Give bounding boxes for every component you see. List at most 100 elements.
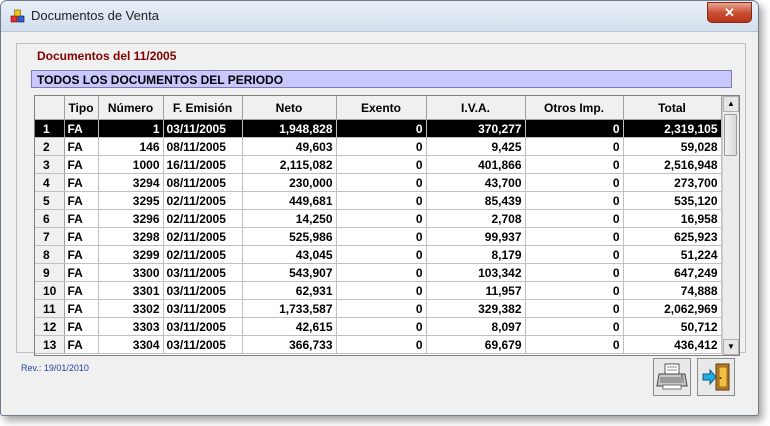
- cell-neto[interactable]: 62,931: [242, 281, 337, 300]
- cell-iva[interactable]: 85,439: [426, 191, 526, 210]
- title-bar[interactable]: Documentos de Venta ✕: [1, 1, 758, 32]
- cell-tipo[interactable]: FA: [64, 317, 99, 336]
- cell-exento[interactable]: 0: [336, 335, 427, 354]
- cell-fecha[interactable]: 02/11/2005: [163, 191, 243, 210]
- cell-exento[interactable]: 0: [336, 227, 427, 246]
- row-number[interactable]: 6: [35, 209, 65, 228]
- cell-numero[interactable]: 3299: [98, 245, 164, 264]
- cell-fecha[interactable]: 16/11/2005: [163, 155, 243, 174]
- cell-tipo[interactable]: FA: [64, 155, 99, 174]
- cell-fecha[interactable]: 03/11/2005: [163, 317, 243, 336]
- cell-numero[interactable]: 3304: [98, 335, 164, 354]
- cell-fecha[interactable]: 03/11/2005: [163, 263, 243, 282]
- row-number[interactable]: 8: [35, 245, 65, 264]
- col-header-numero[interactable]: Número: [98, 96, 164, 120]
- cell-total[interactable]: 2,062,969: [623, 299, 722, 318]
- row-number[interactable]: 2: [35, 137, 65, 156]
- cell-numero[interactable]: 3301: [98, 281, 164, 300]
- cell-total[interactable]: 2,319,105: [623, 119, 722, 138]
- cell-numero[interactable]: 3302: [98, 299, 164, 318]
- cell-otros[interactable]: 0: [525, 137, 624, 156]
- cell-iva[interactable]: 103,342: [426, 263, 526, 282]
- cell-tipo[interactable]: FA: [64, 209, 99, 228]
- cell-otros[interactable]: 0: [525, 245, 624, 264]
- cell-total[interactable]: 647,249: [623, 263, 722, 282]
- row-number[interactable]: 9: [35, 263, 65, 282]
- row-number[interactable]: 4: [35, 173, 65, 192]
- col-header-total[interactable]: Total: [623, 96, 722, 120]
- cell-total[interactable]: 273,700: [623, 173, 722, 192]
- cell-otros[interactable]: 0: [525, 155, 624, 174]
- cell-neto[interactable]: 449,681: [242, 191, 337, 210]
- cell-iva[interactable]: 99,937: [426, 227, 526, 246]
- cell-tipo[interactable]: FA: [64, 263, 99, 282]
- table-row[interactable]: 8 FA 3299 02/11/2005 43,045 0 8,179 0 51,224: [35, 245, 722, 264]
- cell-tipo[interactable]: FA: [64, 173, 99, 192]
- cell-otros[interactable]: 0: [525, 263, 624, 282]
- cell-neto[interactable]: 366,733: [242, 335, 337, 354]
- cell-fecha[interactable]: 02/11/2005: [163, 209, 243, 228]
- cell-neto[interactable]: 1,948,828: [242, 119, 337, 138]
- cell-total[interactable]: 59,028: [623, 137, 722, 156]
- cell-tipo[interactable]: FA: [64, 281, 99, 300]
- cell-tipo[interactable]: FA: [64, 335, 99, 354]
- table-row[interactable]: 5 FA 3295 02/11/2005 449,681 0 85,439 0 535,120: [35, 191, 722, 210]
- cell-neto[interactable]: 230,000: [242, 173, 337, 192]
- table-row[interactable]: 3 FA 1000 16/11/2005 2,115,082 0 401,866 0 2,516…: [35, 155, 722, 174]
- cell-neto[interactable]: 14,250: [242, 209, 337, 228]
- cell-iva[interactable]: 8,179: [426, 245, 526, 264]
- scroll-up-arrow-icon[interactable]: ▲: [723, 96, 739, 112]
- row-number[interactable]: 11: [35, 299, 65, 318]
- row-number[interactable]: 13: [35, 335, 65, 354]
- row-number[interactable]: 3: [35, 155, 65, 174]
- cell-exento[interactable]: 0: [336, 281, 427, 300]
- close-button[interactable]: ✕: [707, 2, 752, 23]
- cell-iva[interactable]: 401,866: [426, 155, 526, 174]
- cell-total[interactable]: 50,712: [623, 317, 722, 336]
- cell-exento[interactable]: 0: [336, 119, 427, 138]
- cell-exento[interactable]: 0: [336, 209, 427, 228]
- cell-numero[interactable]: 1000: [98, 155, 164, 174]
- cell-otros[interactable]: 0: [525, 317, 624, 336]
- cell-iva[interactable]: 11,957: [426, 281, 526, 300]
- cell-iva[interactable]: 43,700: [426, 173, 526, 192]
- cell-exento[interactable]: 0: [336, 317, 427, 336]
- row-number[interactable]: 12: [35, 317, 65, 336]
- cell-numero[interactable]: 146: [98, 137, 164, 156]
- cell-tipo[interactable]: FA: [64, 245, 99, 264]
- row-number[interactable]: 5: [35, 191, 65, 210]
- table-row[interactable]: 2 FA 146 08/11/2005 49,603 0 9,425 0 59,028: [35, 137, 722, 156]
- table-row[interactable]: 10 FA 3301 03/11/2005 62,931 0 11,957 0 74,888: [35, 281, 722, 300]
- cell-otros[interactable]: 0: [525, 227, 624, 246]
- exit-button[interactable]: [697, 358, 735, 396]
- table-row[interactable]: 4 FA 3294 08/11/2005 230,000 0 43,700 0 273,700: [35, 173, 722, 192]
- cell-exento[interactable]: 0: [336, 137, 427, 156]
- cell-fecha[interactable]: 03/11/2005: [163, 335, 243, 354]
- row-number[interactable]: 1: [35, 119, 65, 138]
- cell-fecha[interactable]: 02/11/2005: [163, 245, 243, 264]
- cell-tipo[interactable]: FA: [64, 137, 99, 156]
- cell-total[interactable]: 535,120: [623, 191, 722, 210]
- cell-exento[interactable]: 0: [336, 299, 427, 318]
- cell-otros[interactable]: 0: [525, 173, 624, 192]
- cell-fecha[interactable]: 03/11/2005: [163, 299, 243, 318]
- documents-grid[interactable]: Tipo Número F. Emisión Neto Exento I.V.A…: [34, 95, 740, 356]
- cell-exento[interactable]: 0: [336, 263, 427, 282]
- cell-exento[interactable]: 0: [336, 173, 427, 192]
- cell-total[interactable]: 2,516,948: [623, 155, 722, 174]
- cell-fecha[interactable]: 08/11/2005: [163, 137, 243, 156]
- col-header-neto[interactable]: Neto: [242, 96, 337, 120]
- col-header-iva[interactable]: I.V.A.: [426, 96, 526, 120]
- cell-numero[interactable]: 3298: [98, 227, 164, 246]
- cell-fecha[interactable]: 08/11/2005: [163, 173, 243, 192]
- table-row[interactable]: 1 FA 1 03/11/2005 1,948,828 0 370,277 0 2,319,10…: [35, 119, 722, 138]
- cell-iva[interactable]: 8,097: [426, 317, 526, 336]
- cell-iva[interactable]: 69,679: [426, 335, 526, 354]
- cell-iva[interactable]: 329,382: [426, 299, 526, 318]
- cell-neto[interactable]: 2,115,082: [242, 155, 337, 174]
- cell-fecha[interactable]: 02/11/2005: [163, 227, 243, 246]
- cell-fecha[interactable]: 03/11/2005: [163, 281, 243, 300]
- cell-neto[interactable]: 543,907: [242, 263, 337, 282]
- cell-fecha[interactable]: 03/11/2005: [163, 119, 243, 138]
- scroll-down-arrow-icon[interactable]: ▼: [723, 339, 739, 355]
